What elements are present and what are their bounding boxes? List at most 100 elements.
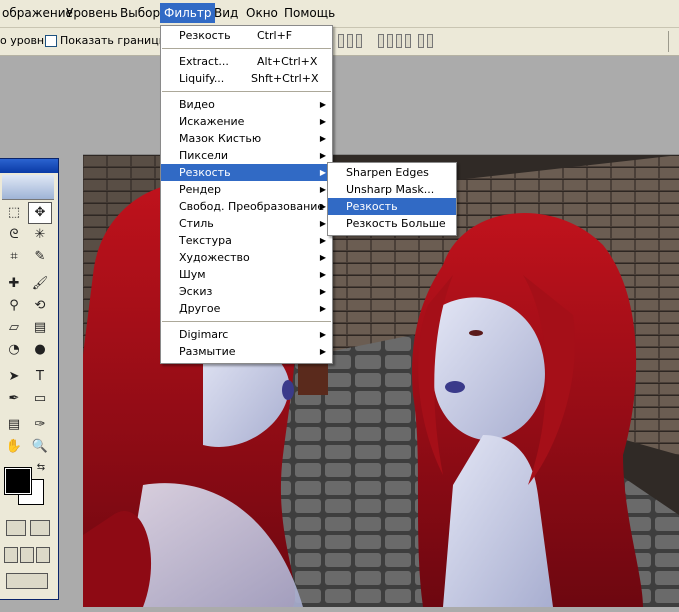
- menu-help[interactable]: Помощь: [280, 3, 339, 23]
- menu-item-label: Видео: [179, 98, 215, 111]
- submenu-arrow-icon: ▶: [319, 270, 326, 279]
- marquee-tool-icon[interactable]: ⬚: [3, 203, 25, 223]
- menu-item-last-filter[interactable]: Резкость Ctrl+F: [161, 27, 332, 44]
- menu-item-pixelate[interactable]: Пиксели ▶: [161, 147, 332, 164]
- menu-item-video[interactable]: Видео ▶: [161, 96, 332, 113]
- jump-to-imageready-icon[interactable]: [6, 573, 48, 589]
- submenu-arrow-icon: ▶: [319, 330, 326, 339]
- brand-logo[interactable]: [2, 175, 54, 200]
- submenu-item-unsharp-mask[interactable]: Unsharp Mask...: [328, 181, 456, 198]
- menu-item-label: Резкость: [346, 200, 398, 213]
- filter-menu: Резкость Ctrl+F Extract... Alt+Ctrl+X Li…: [160, 25, 333, 364]
- history-brush-icon[interactable]: ⟲: [29, 296, 51, 316]
- menu-item-blur[interactable]: Размытие ▶: [161, 343, 332, 360]
- crop-tool-icon[interactable]: ⌗: [3, 247, 25, 267]
- foreground-color-swatch[interactable]: [4, 467, 32, 495]
- menu-item-distort[interactable]: Искажение ▶: [161, 113, 332, 130]
- zoom-tool-icon[interactable]: 🔍: [29, 437, 51, 457]
- submenu-item-sharpen-more[interactable]: Резкость Больше: [328, 215, 456, 232]
- path-select-icon[interactable]: ➤: [3, 367, 25, 387]
- lasso-tool-icon[interactable]: ᘓ: [3, 225, 25, 245]
- options-bar: о уровня Показать границы: [0, 28, 679, 56]
- menu-item-label: Пиксели: [179, 149, 229, 162]
- submenu-arrow-icon: ▶: [319, 347, 326, 356]
- shape-tool-icon[interactable]: ▭: [29, 389, 51, 409]
- dodge-tool-icon[interactable]: ●: [29, 340, 51, 360]
- align-buttons-group[interactable]: [338, 34, 362, 48]
- menu-filter[interactable]: Фильтр: [160, 3, 216, 23]
- menu-item-noise[interactable]: Шум ▶: [161, 266, 332, 283]
- menu-select[interactable]: Выбор: [116, 3, 164, 23]
- menu-item-extract[interactable]: Extract... Alt+Ctrl+X: [161, 53, 332, 70]
- type-tool-icon[interactable]: T: [29, 367, 51, 387]
- slice-tool-icon[interactable]: ✎: [29, 247, 51, 267]
- menu-item-brush-strokes[interactable]: Мазок Кистью ▶: [161, 130, 332, 147]
- menu-item-render[interactable]: Рендер ▶: [161, 181, 332, 198]
- submenu-arrow-icon: ▶: [319, 100, 326, 109]
- pen-tool-icon[interactable]: ✒: [3, 389, 25, 409]
- screen-mode-full-icon[interactable]: [36, 547, 50, 563]
- show-bounds-label: Показать границы: [60, 34, 168, 47]
- swap-colors-icon[interactable]: ⇆: [34, 461, 48, 475]
- magic-wand-icon[interactable]: ✳: [29, 225, 51, 245]
- menu-item-label: Резкость Больше: [346, 217, 446, 230]
- screen-mode-full-menu-icon[interactable]: [20, 547, 34, 563]
- submenu-arrow-icon: ▶: [319, 236, 326, 245]
- distribute-buttons-group[interactable]: [378, 34, 411, 48]
- menu-separator: [162, 48, 331, 49]
- menu-item-stylize[interactable]: Стиль ▶: [161, 215, 332, 232]
- healing-brush-icon[interactable]: ✚: [3, 274, 25, 294]
- menu-item-label: Художество: [179, 251, 250, 264]
- menu-item-label: Extract...: [179, 55, 229, 68]
- submenu-item-sharpen-edges[interactable]: Sharpen Edges: [328, 164, 456, 181]
- menu-item-artistic[interactable]: Художество ▶: [161, 249, 332, 266]
- submenu-arrow-icon: ▶: [319, 185, 326, 194]
- show-bounds-checkbox[interactable]: [45, 35, 57, 47]
- menu-view[interactable]: Вид: [210, 3, 242, 23]
- move-tool-icon[interactable]: ✥: [28, 202, 52, 224]
- shortcut-label: Alt+Ctrl+X: [257, 55, 318, 68]
- menu-item-free-transform[interactable]: Свобод. Преобразование ▶: [161, 198, 332, 215]
- blur-tool-icon[interactable]: ◔: [3, 340, 25, 360]
- menu-item-sharpen[interactable]: Резкость ▶: [161, 164, 332, 181]
- shortcut-label: Shft+Ctrl+X: [251, 72, 319, 85]
- menu-bar: ображение Уровень Выбор Фильтр Вид Окно …: [0, 0, 679, 28]
- menu-item-label: Резкость: [179, 29, 231, 42]
- sharpen-submenu: Sharpen Edges Unsharp Mask... Резкость Р…: [327, 162, 457, 236]
- menu-item-label: Эскиз: [179, 285, 213, 298]
- gradient-tool-icon[interactable]: ▤: [29, 318, 51, 338]
- levels-label: о уровня: [0, 34, 51, 47]
- eyedropper-icon[interactable]: ✑: [29, 415, 51, 435]
- notes-tool-icon[interactable]: ▤: [3, 415, 25, 435]
- menu-item-digimarc[interactable]: Digimarc ▶: [161, 326, 332, 343]
- menu-item-label: Резкость: [179, 166, 231, 179]
- submenu-arrow-icon: ▶: [319, 134, 326, 143]
- menu-item-label: Размытие: [179, 345, 236, 358]
- menu-item-label: Sharpen Edges: [346, 166, 429, 179]
- submenu-arrow-icon: ▶: [319, 117, 326, 126]
- menu-item-other[interactable]: Другое ▶: [161, 300, 332, 317]
- tools-titlebar[interactable]: [0, 159, 58, 173]
- distribute-h-buttons-group[interactable]: [418, 34, 433, 48]
- menu-layer[interactable]: Уровень: [62, 3, 122, 23]
- menu-separator: [162, 321, 331, 322]
- clone-stamp-icon[interactable]: ⚲: [3, 296, 25, 316]
- brush-tool-icon[interactable]: 🖌: [29, 274, 51, 294]
- standard-mode-icon[interactable]: [6, 520, 26, 536]
- menu-item-liquify[interactable]: Liquify... Shft+Ctrl+X: [161, 70, 332, 87]
- menu-separator: [162, 91, 331, 92]
- menu-item-label: Свобод. Преобразование: [179, 200, 325, 213]
- submenu-item-sharpen[interactable]: Резкость: [328, 198, 456, 215]
- quick-mask-icon[interactable]: [30, 520, 50, 536]
- menu-item-label: Мазок Кистью: [179, 132, 262, 145]
- menu-item-sketch[interactable]: Эскиз ▶: [161, 283, 332, 300]
- menu-item-label: Digimarc: [179, 328, 229, 341]
- submenu-arrow-icon: ▶: [319, 253, 326, 262]
- submenu-arrow-icon: ▶: [319, 287, 326, 296]
- eraser-tool-icon[interactable]: ▱: [3, 318, 25, 338]
- hand-tool-icon[interactable]: ✋: [3, 437, 25, 457]
- menu-window[interactable]: Окно: [242, 3, 282, 23]
- submenu-arrow-icon: ▶: [319, 151, 326, 160]
- menu-item-texture[interactable]: Текстура ▶: [161, 232, 332, 249]
- screen-mode-standard-icon[interactable]: [4, 547, 18, 563]
